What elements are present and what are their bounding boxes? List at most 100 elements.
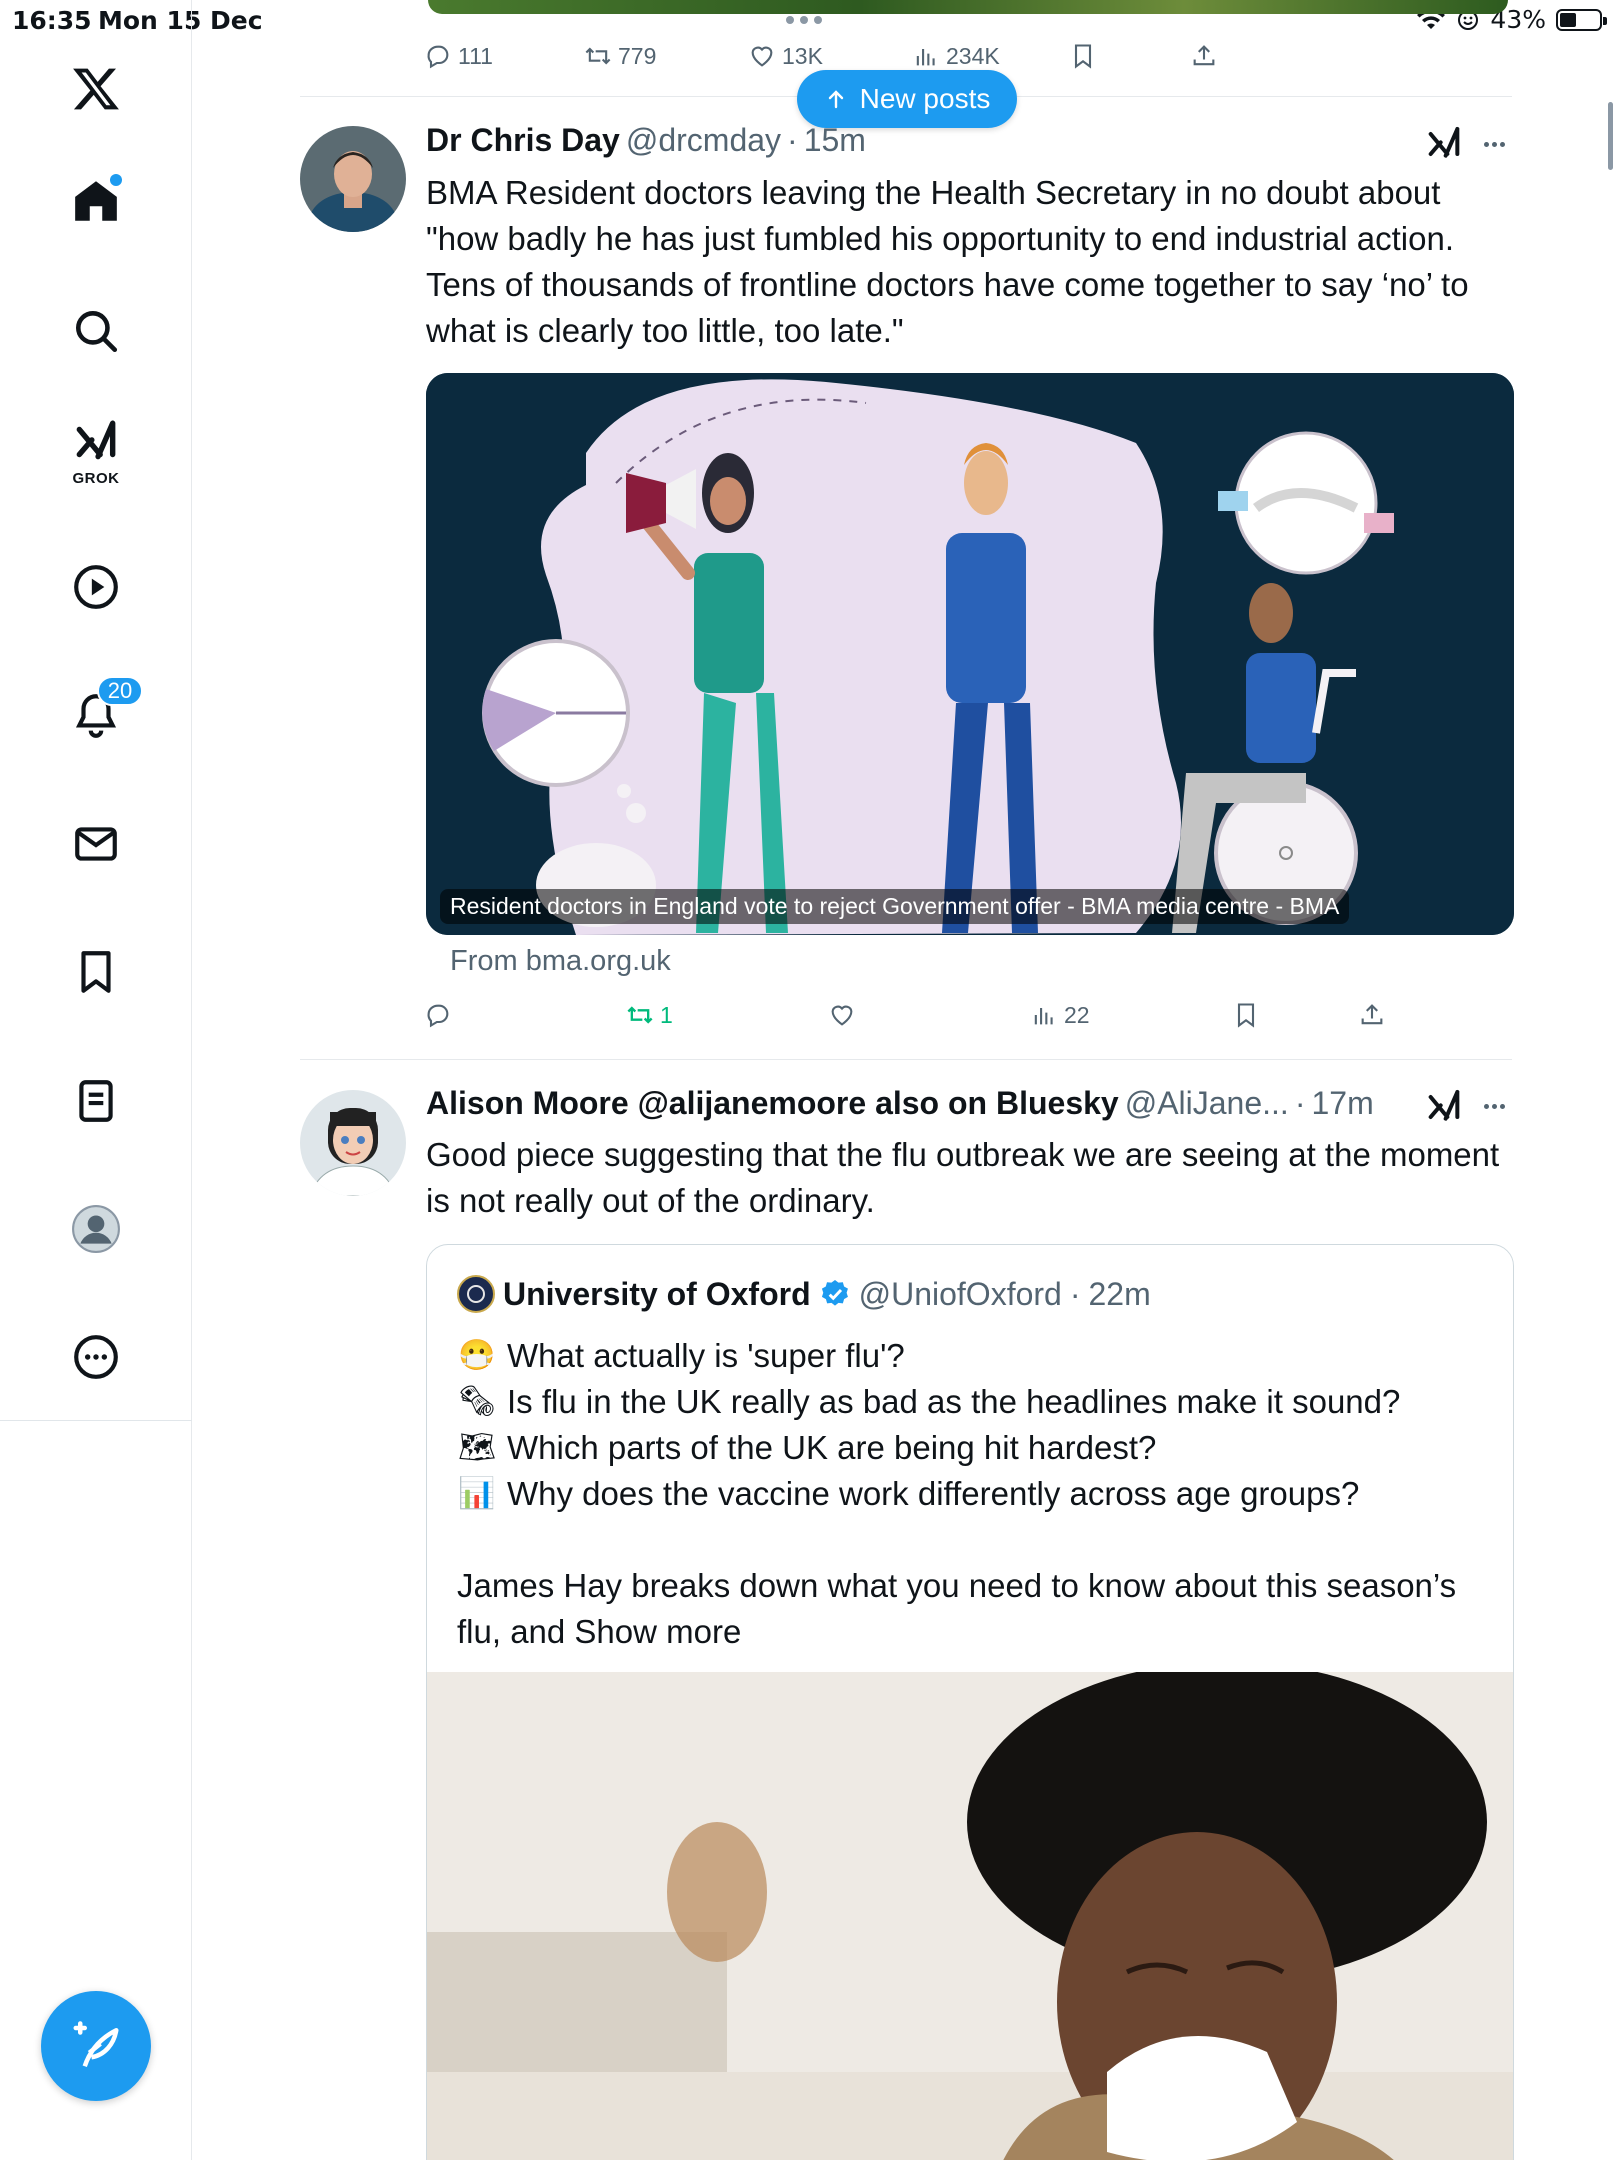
bookmark-icon <box>1074 44 1092 69</box>
link-card-illustration <box>426 373 1514 935</box>
battery-fill <box>1560 12 1576 27</box>
quoted-line: 😷 What actually is 'super flu'? <box>457 1333 905 1379</box>
like-count: 13K <box>782 42 823 69</box>
quoted-line-text: Why does the vaccine work differently ac… <box>507 1475 1360 1512</box>
show-more-link[interactable]: Show more <box>574 1613 741 1650</box>
quoted-author-handle[interactable]: @UniofOxford <box>859 1276 1062 1313</box>
sidebar: GROK 20 <box>0 0 192 2160</box>
repost-button[interactable]: 1 <box>626 1001 673 1029</box>
bookmarks-icon[interactable] <box>57 933 135 1011</box>
views-button[interactable]: 234K <box>912 42 1000 70</box>
new-posts-pill[interactable]: New posts <box>797 70 1017 128</box>
profile-avatar-icon[interactable] <box>57 1190 135 1268</box>
heart-icon <box>831 1005 853 1026</box>
quoted-header: University of Oxford @UniofOxford · 22m <box>457 1275 1151 1313</box>
share-icon <box>1361 1004 1383 1025</box>
lists-icon[interactable] <box>57 1062 135 1140</box>
views-icon <box>916 49 935 66</box>
repost-icon <box>627 1006 653 1024</box>
author-handle[interactable]: @AliJane... <box>1125 1085 1289 1122</box>
reply-count: 111 <box>458 42 493 69</box>
views-icon <box>1034 1008 1053 1025</box>
quoted-author-name[interactable]: University of Oxford <box>503 1276 811 1313</box>
avatar-chris-day[interactable] <box>300 126 406 232</box>
separator-dot: · <box>1294 1085 1306 1121</box>
author-name[interactable]: Dr Chris Day <box>426 122 620 159</box>
view-count: 234K <box>946 42 1000 69</box>
like-button[interactable]: 13K <box>748 42 823 70</box>
share-button[interactable] <box>1190 42 1218 70</box>
post-time[interactable]: 15m <box>804 122 866 159</box>
messages-icon[interactable] <box>57 805 135 883</box>
repost-count: 779 <box>618 42 657 69</box>
bar-chart-emoji-icon: 📊 <box>458 1477 496 1510</box>
video-icon[interactable] <box>57 548 135 626</box>
separator-dot: · <box>1069 1275 1081 1312</box>
home-new-dot <box>110 174 122 186</box>
bookmark-button[interactable] <box>1232 1001 1260 1029</box>
author-name[interactable]: Alison Moore @alijanemoore also on Blues… <box>426 1085 1119 1122</box>
heart-icon <box>751 46 773 67</box>
link-source[interactable]: From bma.org.uk <box>450 945 671 978</box>
quoted-post[interactable]: University of Oxford @UniofOxford · 22m … <box>426 1244 1514 2160</box>
views-button[interactable]: 22 <box>1030 1001 1090 1029</box>
post-more-icon[interactable] <box>1476 126 1512 162</box>
post1-header: Dr Chris Day @drcmday · 15m <box>426 122 866 159</box>
grok-label: GROK <box>72 470 120 487</box>
quoted-line-text: Which parts of the UK are being hit hard… <box>507 1429 1157 1466</box>
reply-button[interactable]: 111 <box>424 42 493 70</box>
notifications-icon[interactable]: 20 <box>57 676 143 754</box>
compose-button[interactable] <box>41 1991 151 2101</box>
quoted-line: 📊 Why does the vaccine work differently … <box>457 1471 1359 1517</box>
repost-count: 1 <box>660 1001 673 1028</box>
grok-explain-icon[interactable] <box>1424 1087 1464 1127</box>
notifications-badge: 20 <box>97 676 143 706</box>
quoted-media-image[interactable] <box>427 1672 1513 2160</box>
compose-feather-icon <box>73 2021 119 2068</box>
share-button[interactable] <box>1358 1001 1386 1029</box>
post-text: Good piece suggesting that the flu outbr… <box>426 1136 1500 1219</box>
map-emoji-icon: 🗺 <box>457 1431 497 1464</box>
author-handle[interactable]: @drcmday <box>626 122 781 159</box>
post-divider <box>300 1059 1512 1060</box>
quoted-line: 🗞 Is flu in the UK really as bad as the … <box>457 1379 1400 1425</box>
quoted-line-text: Is flu in the UK really as bad as the he… <box>507 1383 1401 1420</box>
more-icon[interactable] <box>57 1318 135 1396</box>
arrow-up-icon <box>828 90 843 109</box>
quoted-time[interactable]: 22m <box>1088 1276 1150 1313</box>
like-button[interactable] <box>828 1001 856 1029</box>
mask-face-emoji-icon: 😷 <box>458 1339 496 1372</box>
previous-post-media[interactable] <box>428 0 1508 14</box>
x-logo-icon[interactable] <box>57 50 135 128</box>
verified-badge-icon <box>821 1280 848 1306</box>
grok-explain-icon[interactable] <box>1424 124 1464 164</box>
oxford-crest-icon <box>457 1275 495 1313</box>
post-time[interactable]: 17m <box>1311 1085 1373 1122</box>
repost-button[interactable]: 779 <box>584 42 656 70</box>
avatar-alison-moore[interactable] <box>300 1090 406 1196</box>
link-card[interactable]: Resident doctors in England vote to reje… <box>426 373 1514 935</box>
view-count: 22 <box>1064 1001 1090 1028</box>
newspaper-emoji-icon: 🗞 <box>457 1385 497 1418</box>
reply-icon <box>427 1004 449 1028</box>
quoted-paragraph: James Hay breaks down what you need to k… <box>457 1563 1477 1655</box>
bookmark-icon <box>1237 1003 1255 1028</box>
search-icon[interactable] <box>57 292 135 370</box>
quoted-photo <box>427 1672 1513 2160</box>
home-icon[interactable] <box>57 162 135 240</box>
reply-button[interactable] <box>424 1001 452 1029</box>
multitasking-handle[interactable] <box>786 16 822 24</box>
quoted-line: 🗺 Which parts of the UK are being hit ha… <box>457 1425 1156 1471</box>
post-more-icon[interactable] <box>1476 1088 1512 1124</box>
grok-icon <box>76 420 116 460</box>
sidebar-divider <box>0 1420 192 1421</box>
quoted-line-text: What actually is 'super flu'? <box>507 1337 905 1374</box>
link-card-caption: Resident doctors in England vote to reje… <box>440 889 1350 924</box>
new-posts-label: New posts <box>859 83 991 114</box>
repost-icon <box>585 47 611 65</box>
reply-icon <box>427 45 449 69</box>
scroll-indicator[interactable] <box>1608 102 1613 170</box>
bookmark-button[interactable] <box>1069 42 1097 70</box>
grok-nav[interactable]: GROK <box>57 412 135 490</box>
share-icon <box>1193 45 1215 66</box>
